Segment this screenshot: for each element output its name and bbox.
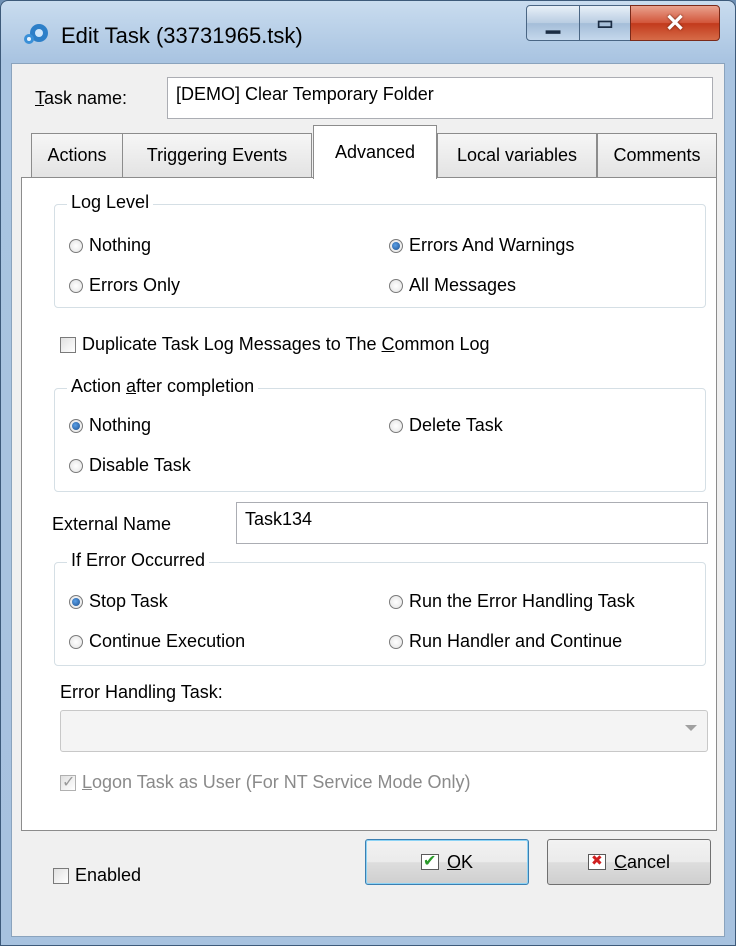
radio-icon (69, 458, 83, 473)
label-part: ancel (626, 851, 671, 872)
log-level-errors-warnings-radio[interactable]: Errors And Warnings (389, 235, 574, 256)
error-handling-task-label: Error Handling Task: (60, 682, 223, 702)
radio-icon (69, 634, 83, 649)
if-error-occurred-title: If Error Occurred (67, 550, 210, 571)
radio-label: Delete Task (409, 415, 503, 435)
title-part: fter completion (136, 376, 255, 396)
error-continue-execution-radio[interactable]: Continue Execution (69, 631, 245, 652)
radio-label: Run the Error Handling Task (409, 591, 635, 611)
radio-label: Errors And Warnings (409, 235, 575, 255)
if-error-occurred-group: If Error Occurred Stop Task Run the Erro… (54, 550, 706, 666)
log-level-all-messages-radio[interactable]: All Messages (389, 275, 516, 296)
label-part: ogon Task as User (For NT Service Mode O… (92, 772, 471, 792)
logon-as-user-label: Logon Task as User (For NT Service Mode … (82, 772, 470, 793)
logon-as-user-checkbox[interactable]: Logon Task as User (For NT Service Mode … (60, 772, 470, 793)
external-name-label: External Name (52, 514, 172, 534)
advanced-tab-panel: Log Level Nothing Errors And Warnings Er… (21, 177, 717, 831)
enabled-checkbox[interactable]: Enabled (53, 865, 141, 886)
window-title: Edit Task (33731965.tsk) (61, 23, 303, 48)
cancel-label: Cancel (614, 852, 670, 873)
checkbox-icon (60, 336, 76, 353)
ok-label: OK (447, 852, 473, 873)
task-name-mnemonic: T (35, 88, 44, 108)
label-mnemonic: C (381, 334, 395, 354)
chevron-down-icon (685, 725, 697, 731)
error-run-handling-task-radio[interactable]: Run the Error Handling Task (389, 591, 635, 612)
radio-label: Continue Execution (89, 631, 246, 651)
action-delete-task-radio[interactable]: Delete Task (389, 415, 503, 436)
label-mnemonic: L (82, 772, 93, 792)
radio-selected-icon (69, 594, 83, 609)
label-mnemonic: C (613, 851, 627, 872)
close-button[interactable]: ✕ (630, 5, 720, 41)
action-after-completion-group: Action after completion Nothing Delete T… (54, 376, 706, 492)
maximize-icon: ▭ (596, 12, 614, 33)
radio-label: Disable Task (89, 455, 191, 475)
duplicate-log-checkbox[interactable]: Duplicate Task Log Messages to The Commo… (60, 334, 490, 355)
radio-label: Nothing (89, 235, 152, 255)
log-level-nothing-radio[interactable]: Nothing (69, 235, 151, 256)
radio-selected-icon (389, 238, 403, 253)
action-after-completion-title: Action after completion (67, 376, 259, 397)
enabled-label: Enabled (75, 865, 142, 885)
radio-icon (389, 594, 403, 609)
tab-triggering-events[interactable]: Triggering Events (122, 133, 312, 177)
checkmark-icon (420, 851, 439, 871)
title-mnemonic: a (126, 376, 137, 396)
radio-icon (69, 278, 83, 293)
x-icon (587, 852, 606, 870)
label-part: Duplicate Task Log Messages to The (82, 334, 382, 354)
task-name-input[interactable]: [DEMO] Clear Temporary Folder (167, 77, 713, 119)
action-disable-task-radio[interactable]: Disable Task (69, 455, 191, 476)
minimize-icon: ▁ (546, 12, 560, 33)
log-level-group: Log Level Nothing Errors And Warnings Er… (54, 192, 706, 308)
radio-icon (389, 634, 403, 649)
error-stop-task-radio[interactable]: Stop Task (69, 591, 168, 612)
label-part: K (461, 851, 474, 872)
duplicate-log-label: Duplicate Task Log Messages to The Commo… (82, 334, 490, 355)
task-name-label-text: ask name: (44, 88, 128, 108)
maximize-button[interactable]: ▭ (579, 5, 631, 41)
tab-actions[interactable]: Actions (31, 133, 123, 177)
edit-task-window: Edit Task (33731965.tsk) ▁ ▭ ✕ Task name… (0, 0, 736, 946)
minimize-button[interactable]: ▁ (526, 5, 580, 41)
radio-label: Run Handler and Continue (409, 631, 623, 651)
error-run-handler-continue-radio[interactable]: Run Handler and Continue (389, 631, 622, 652)
radio-label: Nothing (89, 415, 152, 435)
external-name-input[interactable]: Task134 (236, 502, 708, 544)
tab-comments[interactable]: Comments (597, 133, 717, 177)
label-part: ommon Log (394, 334, 490, 354)
radio-icon (69, 238, 83, 253)
radio-icon (389, 418, 403, 433)
radio-label: Stop Task (89, 591, 168, 611)
checkbox-checked-icon (60, 772, 76, 792)
log-level-title: Log Level (67, 192, 154, 213)
action-nothing-radio[interactable]: Nothing (69, 415, 151, 436)
app-icon (24, 24, 48, 44)
error-handling-task-select[interactable] (60, 710, 708, 752)
radio-selected-icon (69, 418, 83, 433)
title-bar[interactable]: Edit Task (33731965.tsk) ▁ ▭ ✕ (1, 1, 735, 63)
cancel-button[interactable]: Cancel (547, 839, 711, 885)
checkbox-icon (53, 867, 69, 884)
tab-local-variables[interactable]: Local variables (437, 133, 597, 177)
tab-advanced[interactable]: Advanced (313, 125, 437, 179)
log-level-errors-only-radio[interactable]: Errors Only (69, 275, 180, 296)
radio-icon (389, 278, 403, 293)
label-mnemonic: O (446, 851, 461, 872)
radio-label: Errors Only (89, 275, 181, 295)
title-part: Action (71, 376, 127, 396)
ok-button[interactable]: OK (365, 839, 529, 885)
radio-label: All Messages (409, 275, 517, 295)
task-name-label: Task name: (35, 88, 127, 109)
close-icon: ✕ (664, 9, 686, 37)
